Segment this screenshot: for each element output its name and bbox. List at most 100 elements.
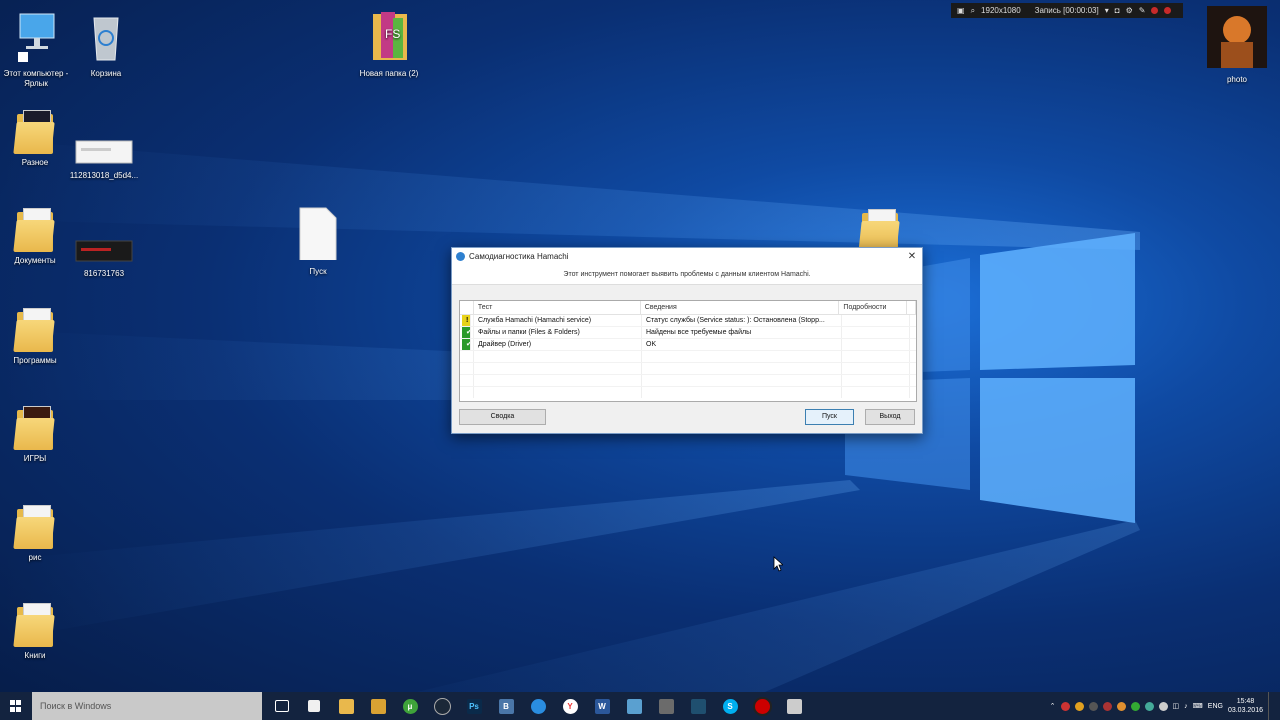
volume-icon[interactable]: ♪ xyxy=(1184,703,1188,710)
chrome-icon[interactable] xyxy=(522,692,554,720)
row-test: Драйвер (Driver) xyxy=(474,339,642,350)
tray-app-icon[interactable] xyxy=(1060,701,1070,711)
layout-icon[interactable]: ▣ xyxy=(957,6,965,15)
clock-time: 15:48 xyxy=(1236,698,1255,705)
folder-icon: FS xyxy=(373,12,407,60)
dropdown-icon[interactable]: ▾ xyxy=(1105,6,1109,15)
task-view-icon[interactable] xyxy=(266,692,298,720)
start-button[interactable] xyxy=(0,692,32,720)
row-test: Файлы и папки (Files & Folders) xyxy=(474,327,642,338)
start-button[interactable]: Пуск xyxy=(805,409,854,425)
media-player-icon[interactable] xyxy=(362,692,394,720)
hamachi-diagnostics-dialog: Самодиагностика Hamachi ✕ Этот инструмен… xyxy=(451,247,923,434)
desktop-icon-programs[interactable]: Программы xyxy=(0,306,73,366)
yandex-icon[interactable]: Y xyxy=(554,692,586,720)
desktop-icon-image-file[interactable]: 112813018_d5d4... xyxy=(66,140,142,181)
tray-app-icon[interactable] xyxy=(1074,701,1084,711)
column-header-info[interactable]: Сведения xyxy=(641,301,840,314)
desktop-icon-ris[interactable]: рис xyxy=(0,503,73,563)
dialog-titlebar[interactable]: Самодиагностика Hamachi ✕ xyxy=(452,248,922,265)
keyboard-icon[interactable]: ⌨ xyxy=(1193,702,1203,710)
list-item[interactable]: ✔ Файлы и папки (Files & Folders) Найден… xyxy=(460,327,916,339)
desktop-icon-recycle-bin[interactable]: Корзина xyxy=(68,8,144,79)
row-details xyxy=(842,339,910,350)
row-info: Найдены все требуемые файлы xyxy=(642,327,842,338)
language-indicator[interactable]: ENG xyxy=(1208,703,1223,710)
system-tray: ⌃ ◫ ♪ ⌨ ENG 15:48 03.03.2016 xyxy=(1050,692,1280,720)
diagnostics-list[interactable]: Тест Сведения Подробности ! Служба Hamac… xyxy=(459,300,917,402)
desktop-icon-label: 816731763 xyxy=(83,269,125,278)
explorer-icon[interactable] xyxy=(330,692,362,720)
image-file-icon xyxy=(75,240,133,262)
notepad-icon[interactable] xyxy=(618,692,650,720)
photoshop-icon[interactable]: Ps xyxy=(458,692,490,720)
desktop-icon-photo[interactable]: photo xyxy=(1199,6,1275,85)
desktop-icon-books[interactable]: Книги xyxy=(0,601,73,661)
desktop-icon-games[interactable]: ИГРЫ xyxy=(0,404,73,464)
desktop-icon-label: Разное xyxy=(21,158,49,167)
record-icon[interactable] xyxy=(1151,7,1159,14)
row-info: OK xyxy=(642,339,842,350)
settings-icon[interactable]: ⚙ xyxy=(1126,6,1133,15)
desktop-icon-label: photo xyxy=(1226,75,1248,84)
photo-icon xyxy=(1207,6,1267,68)
vk-icon[interactable]: B xyxy=(490,692,522,720)
clock[interactable]: 15:48 03.03.2016 xyxy=(1228,697,1263,715)
desktop-icon-documents[interactable]: Документы xyxy=(0,206,73,266)
skype-icon[interactable]: S xyxy=(714,692,746,720)
recorder-status: Запись [00:00:03] xyxy=(1034,6,1099,15)
hamachi-icon xyxy=(456,252,465,261)
tray-app-icon[interactable] xyxy=(1102,701,1112,711)
checkmark-icon: ✔ xyxy=(462,339,471,350)
recorder-icon[interactable] xyxy=(746,692,778,720)
app-icon[interactable] xyxy=(682,692,714,720)
word-icon[interactable]: W xyxy=(586,692,618,720)
desktop-icon-computer[interactable]: Этот компьютер - Ярлык xyxy=(0,8,74,89)
taskbar-search-input[interactable]: Поиск в Windows xyxy=(32,692,262,720)
desktop-icon-image-file-2[interactable]: 816731763 xyxy=(66,240,142,279)
network-icon[interactable]: ◫ xyxy=(1173,702,1180,710)
folder-icon xyxy=(13,306,55,352)
dialog-title: Самодиагностика Hamachi xyxy=(469,252,569,261)
taskbar: Поиск в Windows μ Ps B Y W S ⌃ ◫ ♪ ⌨ ENG xyxy=(0,692,1280,720)
column-header-details[interactable]: Подробности xyxy=(839,301,907,314)
steam-icon[interactable] xyxy=(426,692,458,720)
chevron-up-icon[interactable]: ⌃ xyxy=(1050,702,1056,710)
desktop-icon-pusk[interactable]: Пуск xyxy=(280,206,356,277)
desktop-icon-label: Этот компьютер - Ярлык xyxy=(3,69,69,88)
tray-app-icon[interactable] xyxy=(1116,701,1126,711)
store-icon[interactable] xyxy=(298,692,330,720)
clock-date: 03.03.2016 xyxy=(1227,707,1263,714)
close-icon[interactable]: ✕ xyxy=(902,251,922,262)
desktop-icon-label: ИГРЫ xyxy=(23,454,47,463)
summary-button[interactable]: Сводка xyxy=(459,409,546,425)
recycle-bin-icon xyxy=(93,17,119,61)
exit-button[interactable]: Выход xyxy=(865,409,915,425)
show-desktop-button[interactable] xyxy=(1268,692,1274,720)
desktop-icon-new-folder[interactable]: FS Новая папка (2) xyxy=(351,8,427,79)
camera-icon[interactable]: ◘ xyxy=(1115,6,1120,15)
row-test: Служба Hamachi (Hamachi service) xyxy=(474,315,642,326)
desktop-icon-label: Новая папка (2) xyxy=(359,69,419,78)
checkmark-icon: ✔ xyxy=(462,327,471,338)
app-icon[interactable] xyxy=(650,692,682,720)
utorrent-icon[interactable]: μ xyxy=(394,692,426,720)
tray-app-icon[interactable] xyxy=(1158,701,1168,711)
stop-icon[interactable] xyxy=(1164,7,1172,14)
column-header-test[interactable]: Тест xyxy=(474,301,641,314)
desktop-icon-raznoe[interactable]: Разное xyxy=(0,108,73,168)
desktop-icon-label: рис xyxy=(28,553,42,562)
windows-logo-icon xyxy=(10,700,22,712)
tray-app-icon[interactable] xyxy=(1130,701,1140,711)
tray-app-icon[interactable] xyxy=(1088,701,1098,711)
folder-icon xyxy=(13,503,55,549)
dialog-description: Этот инструмент помогает выявить проблем… xyxy=(452,265,922,285)
tray-app-icon[interactable] xyxy=(1144,701,1154,711)
warning-icon: ! xyxy=(462,315,471,326)
zoom-icon[interactable]: ⌕ xyxy=(971,6,975,16)
list-item[interactable]: ✔ Драйвер (Driver) OK xyxy=(460,339,916,351)
list-item[interactable]: ! Служба Hamachi (Hamachi service) Стату… xyxy=(460,315,916,327)
app-icon[interactable] xyxy=(778,692,810,720)
folder-icon xyxy=(13,601,55,647)
pencil-icon[interactable]: ✎ xyxy=(1139,6,1146,15)
